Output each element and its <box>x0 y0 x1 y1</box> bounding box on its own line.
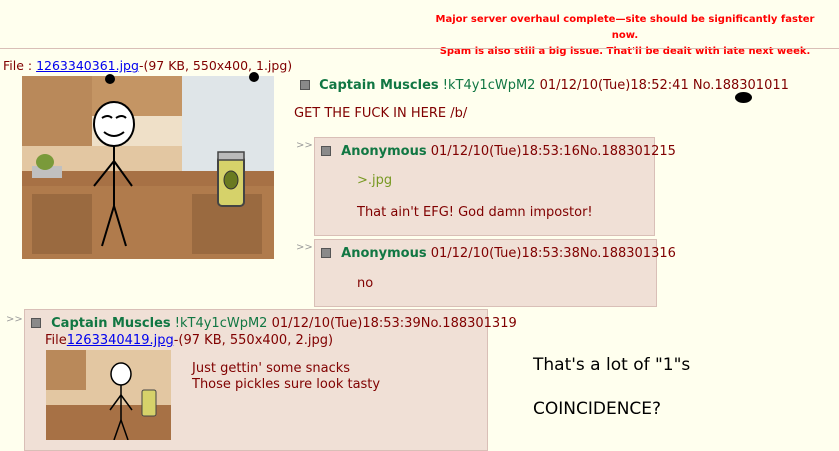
post-date: 01/12/10(Tue)18:52:41 <box>539 78 689 93</box>
poster-name: Captain Muscles <box>51 316 171 331</box>
reply-message: no <box>357 276 374 291</box>
reply-message-line-2: Those pickles sure look tasty <box>192 377 381 392</box>
reply-checkbox[interactable] <box>321 146 331 156</box>
op-file-link[interactable]: 1263340361.jpg <box>36 58 139 73</box>
caption-line-1: That's a lot of "1"s <box>533 355 691 375</box>
divider <box>0 48 839 49</box>
reply-checkbox[interactable] <box>321 248 331 258</box>
reply-thumbnail-drawing <box>46 350 171 440</box>
op-file-info: -(97 KB, 550x400, 1.jpg) <box>138 58 293 73</box>
post-date: 01/12/10(Tue)18:53:39 <box>271 316 421 331</box>
reply-file-line: File1263340419.jpg-(97 KB, 550x400, 2.jp… <box>45 333 333 348</box>
reply-file-prefix: File <box>45 333 67 348</box>
op-file-prefix: File : <box>3 58 37 73</box>
site-notice: Major server overhaul complete—site shou… <box>425 12 825 60</box>
reply-thumbnail[interactable] <box>46 350 171 440</box>
notice-line-2: Spam is also still a big issue. That'll … <box>439 46 811 57</box>
op-image[interactable] <box>22 76 274 259</box>
reply-message: That ain't EFG! God damn impostor! <box>357 205 593 220</box>
caption-line-2: COINCIDENCE? <box>533 399 662 419</box>
tripcode: !kT4y1cWpM2 <box>442 78 536 93</box>
post-number[interactable]: No.188301011 <box>693 78 789 93</box>
reply-file-link[interactable]: 1263340419.jpg <box>67 333 174 348</box>
poster-name: Anonymous <box>341 246 427 261</box>
reply-checkbox[interactable] <box>31 318 41 328</box>
reply-header: Anonymous 01/12/10(Tue)18:53:38No.188301… <box>321 246 676 261</box>
op-file-line: File : 1263340361.jpg-(97 KB, 550x400, 1… <box>3 58 292 73</box>
post-date: 01/12/10(Tue)18:53:38 <box>430 246 580 261</box>
marker-dot <box>105 74 115 84</box>
tripcode: !kT4y1cWpM2 <box>174 316 268 331</box>
reply-post: Anonymous 01/12/10(Tue)18:53:38No.188301… <box>314 239 676 307</box>
op-message: GET THE FUCK IN HERE /b/ <box>294 106 468 121</box>
post-date: 01/12/10(Tue)18:53:16 <box>430 144 580 159</box>
greentext-quote: >.jpg <box>357 173 393 188</box>
reply-message: Just gettin' some snacks Those pickles s… <box>192 361 380 393</box>
reply-header: Captain Muscles !kT4y1cWpM2 01/12/10(Tue… <box>31 316 517 331</box>
marker-dot <box>249 72 259 82</box>
reply-arrows: >> <box>296 242 313 253</box>
poster-name: Anonymous <box>341 144 427 159</box>
post-number[interactable]: No.188301319 <box>421 316 517 331</box>
op-checkbox[interactable] <box>300 80 310 90</box>
reply-message-line-1: Just gettin' some snacks <box>192 361 351 376</box>
marker-dot <box>735 92 752 103</box>
reply-arrows: >> <box>296 140 313 151</box>
post-number[interactable]: No.188301316 <box>580 246 676 261</box>
poster-name: Captain Muscles <box>319 78 439 93</box>
notice-line-1: Major server overhaul complete—site shou… <box>435 14 815 41</box>
op-image-drawing <box>22 76 274 259</box>
reply-post: Anonymous 01/12/10(Tue)18:53:16No.188301… <box>314 137 676 236</box>
reply-arrows: >> <box>6 314 23 325</box>
post-number[interactable]: No.188301215 <box>580 144 676 159</box>
op-header: Captain Muscles !kT4y1cWpM2 01/12/10(Tue… <box>300 78 789 93</box>
reply-file-info: -(97 KB, 550x400, 2.jpg) <box>173 333 334 348</box>
reply-header: Anonymous 01/12/10(Tue)18:53:16No.188301… <box>321 144 676 159</box>
